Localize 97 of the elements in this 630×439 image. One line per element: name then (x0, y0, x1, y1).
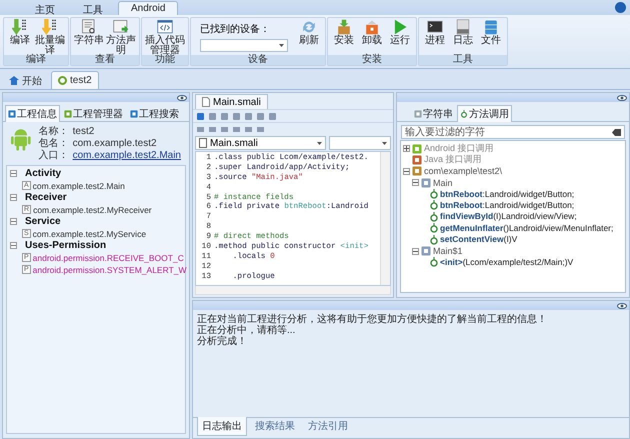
output-tab[interactable]: 方法引用 (303, 417, 353, 436)
terminal-icon (427, 19, 443, 35)
collapse-toggle[interactable] (10, 218, 17, 225)
method-entry[interactable]: getMenuInflater()Landroid/view/MenuInflater; (440, 222, 614, 234)
ribbon-button[interactable]: 方法声明 (106, 19, 136, 55)
device-label: 已找到的设备： (200, 22, 271, 36)
manifest-entry[interactable]: com.example.test2.MyService (32, 228, 146, 238)
code-window-icon (157, 19, 173, 35)
ribbon-button[interactable]: 日志 (450, 19, 476, 55)
tree-node-label[interactable]: Main (433, 178, 453, 188)
info-label: 名称： (38, 126, 69, 137)
group-title: 编译 (4, 55, 68, 65)
info-label: 包名： (38, 138, 69, 149)
expand-toggle[interactable] (412, 179, 419, 186)
ribbon-button[interactable]: 插入代码管理器 (145, 19, 185, 55)
method-entry[interactable]: findViewById(I)Landroid/view/View; (440, 211, 577, 222)
uninstall-box-icon (364, 19, 380, 35)
tree-node-label[interactable]: com\example\test2\ (424, 166, 502, 176)
group-title: 设备 (191, 55, 325, 65)
info-label: 入口： (38, 150, 69, 161)
panel-tab[interactable]: 工程搜索 (127, 105, 182, 122)
clear-icon[interactable] (612, 128, 621, 136)
ribbon-button[interactable]: 刷新 (296, 19, 322, 55)
dropdown-caret-icon (382, 142, 387, 144)
ribbon-button[interactable]: 安装 (331, 19, 357, 55)
eye-icon[interactable] (617, 94, 627, 100)
manifest-entry[interactable]: com.example.test2.MyReceiver (33, 204, 152, 214)
panel-tab[interactable]: 工程管理器 (61, 105, 126, 122)
play-icon (392, 19, 408, 35)
manifest-entry[interactable]: android.permission.RECEIVE_BOOT_C (32, 252, 184, 262)
refresh-icon (301, 19, 317, 35)
compile-arrow-icon (12, 19, 28, 35)
document-tab[interactable]: test2 (51, 71, 99, 89)
collapse-toggle[interactable] (10, 194, 17, 201)
dropdown-caret-icon (317, 142, 322, 144)
android-robot-icon (11, 126, 31, 152)
tree-node-label[interactable]: Android 接口调用 (424, 142, 494, 155)
ribbon-button[interactable]: 进程 (422, 19, 448, 55)
expand-toggle[interactable] (403, 168, 410, 175)
horizontal-scrollbar[interactable] (195, 286, 391, 295)
file-cabinet-icon (483, 19, 499, 35)
batch-arrow-icon (42, 19, 58, 35)
ribbon-tab[interactable]: 工具 (70, 1, 116, 15)
group-title: 功能 (142, 55, 188, 65)
entry-link[interactable]: com.example.test2.Main (72, 150, 181, 161)
member-dropdown[interactable] (329, 136, 391, 150)
method-entry[interactable]: setContentView(I)V (440, 234, 518, 246)
eye-icon[interactable] (617, 302, 627, 308)
collapse-toggle[interactable] (10, 170, 17, 177)
tree-node-label[interactable]: Java 接口调用 (424, 153, 482, 166)
log-line: 正在对当前工程进行分析，这将有助于您更加方便快捷的了解当前工程的信息！ (197, 314, 548, 325)
output-tab[interactable]: 搜索结果 (250, 417, 300, 436)
code-editor[interactable] (195, 151, 391, 286)
section-title: Uses-Permission (25, 240, 106, 251)
manifest-entry[interactable]: android.permission.SYSTEM_ALERT_W (32, 264, 187, 274)
log-file-icon (455, 19, 471, 35)
panel-tab[interactable]: 字符串 (411, 105, 456, 122)
info-value: test2 (72, 126, 94, 137)
group-title: 查看 (71, 55, 139, 65)
ribbon-button[interactable]: 字符串 (74, 19, 104, 55)
vertical-scrollbar[interactable] (380, 152, 390, 285)
ribbon-button[interactable]: 卸载 (359, 19, 385, 55)
home-icon (9, 76, 19, 85)
section-title: Activity (25, 168, 62, 179)
section-title: Receiver (25, 192, 67, 203)
method-entry[interactable]: btnReboot:Landroid/widget/Button; (440, 200, 574, 211)
method-entry[interactable]: btnReboot:Landroid/widget/Button; (440, 188, 574, 200)
document-icon (202, 97, 210, 107)
document-tab[interactable]: 开始 (2, 71, 49, 89)
panel-tab[interactable]: 工程信息 (5, 105, 60, 122)
group-title: 工具 (419, 55, 507, 65)
info-value: com.example.test2 (72, 138, 157, 149)
method-entry[interactable]: <init>(Lcom/example/test2/Main;)V (440, 256, 574, 268)
ribbon-button[interactable]: 编译 (7, 19, 33, 55)
group-title: 安装 (328, 55, 416, 65)
panel-tab[interactable]: 方法调用 (457, 105, 512, 122)
install-box-icon (336, 19, 352, 35)
log-line: 分析完成！ (197, 336, 248, 347)
expand-toggle[interactable] (403, 145, 410, 152)
tree-node-label[interactable]: Main$1 (433, 246, 463, 256)
ribbon-button[interactable]: 批量编译 (35, 19, 65, 55)
file-dropdown[interactable]: Main.smali (195, 136, 326, 150)
manifest-entry[interactable]: com.example.test2.Main (32, 180, 125, 190)
device-dropdown[interactable] (200, 39, 288, 52)
output-tab[interactable]: 日志输出 (197, 417, 247, 436)
log-line: 正在分析中，请稍等... (197, 325, 296, 336)
section-title: Service (25, 216, 61, 227)
ribbon-button[interactable]: 运行 (387, 19, 413, 55)
editor-tab[interactable]: Main.smali (195, 94, 268, 109)
ribbon-button[interactable]: 文件 (478, 19, 504, 55)
ribbon-tab[interactable]: Android (118, 1, 178, 15)
expand-toggle[interactable] (412, 248, 419, 255)
ribbon-tab[interactable]: 主页 (22, 1, 68, 15)
filter-field[interactable]: 输入要过滤的字符 (401, 125, 625, 139)
collapse-toggle[interactable] (10, 242, 17, 249)
eye-icon[interactable] (177, 94, 187, 100)
dropdown-caret-icon (279, 44, 284, 47)
